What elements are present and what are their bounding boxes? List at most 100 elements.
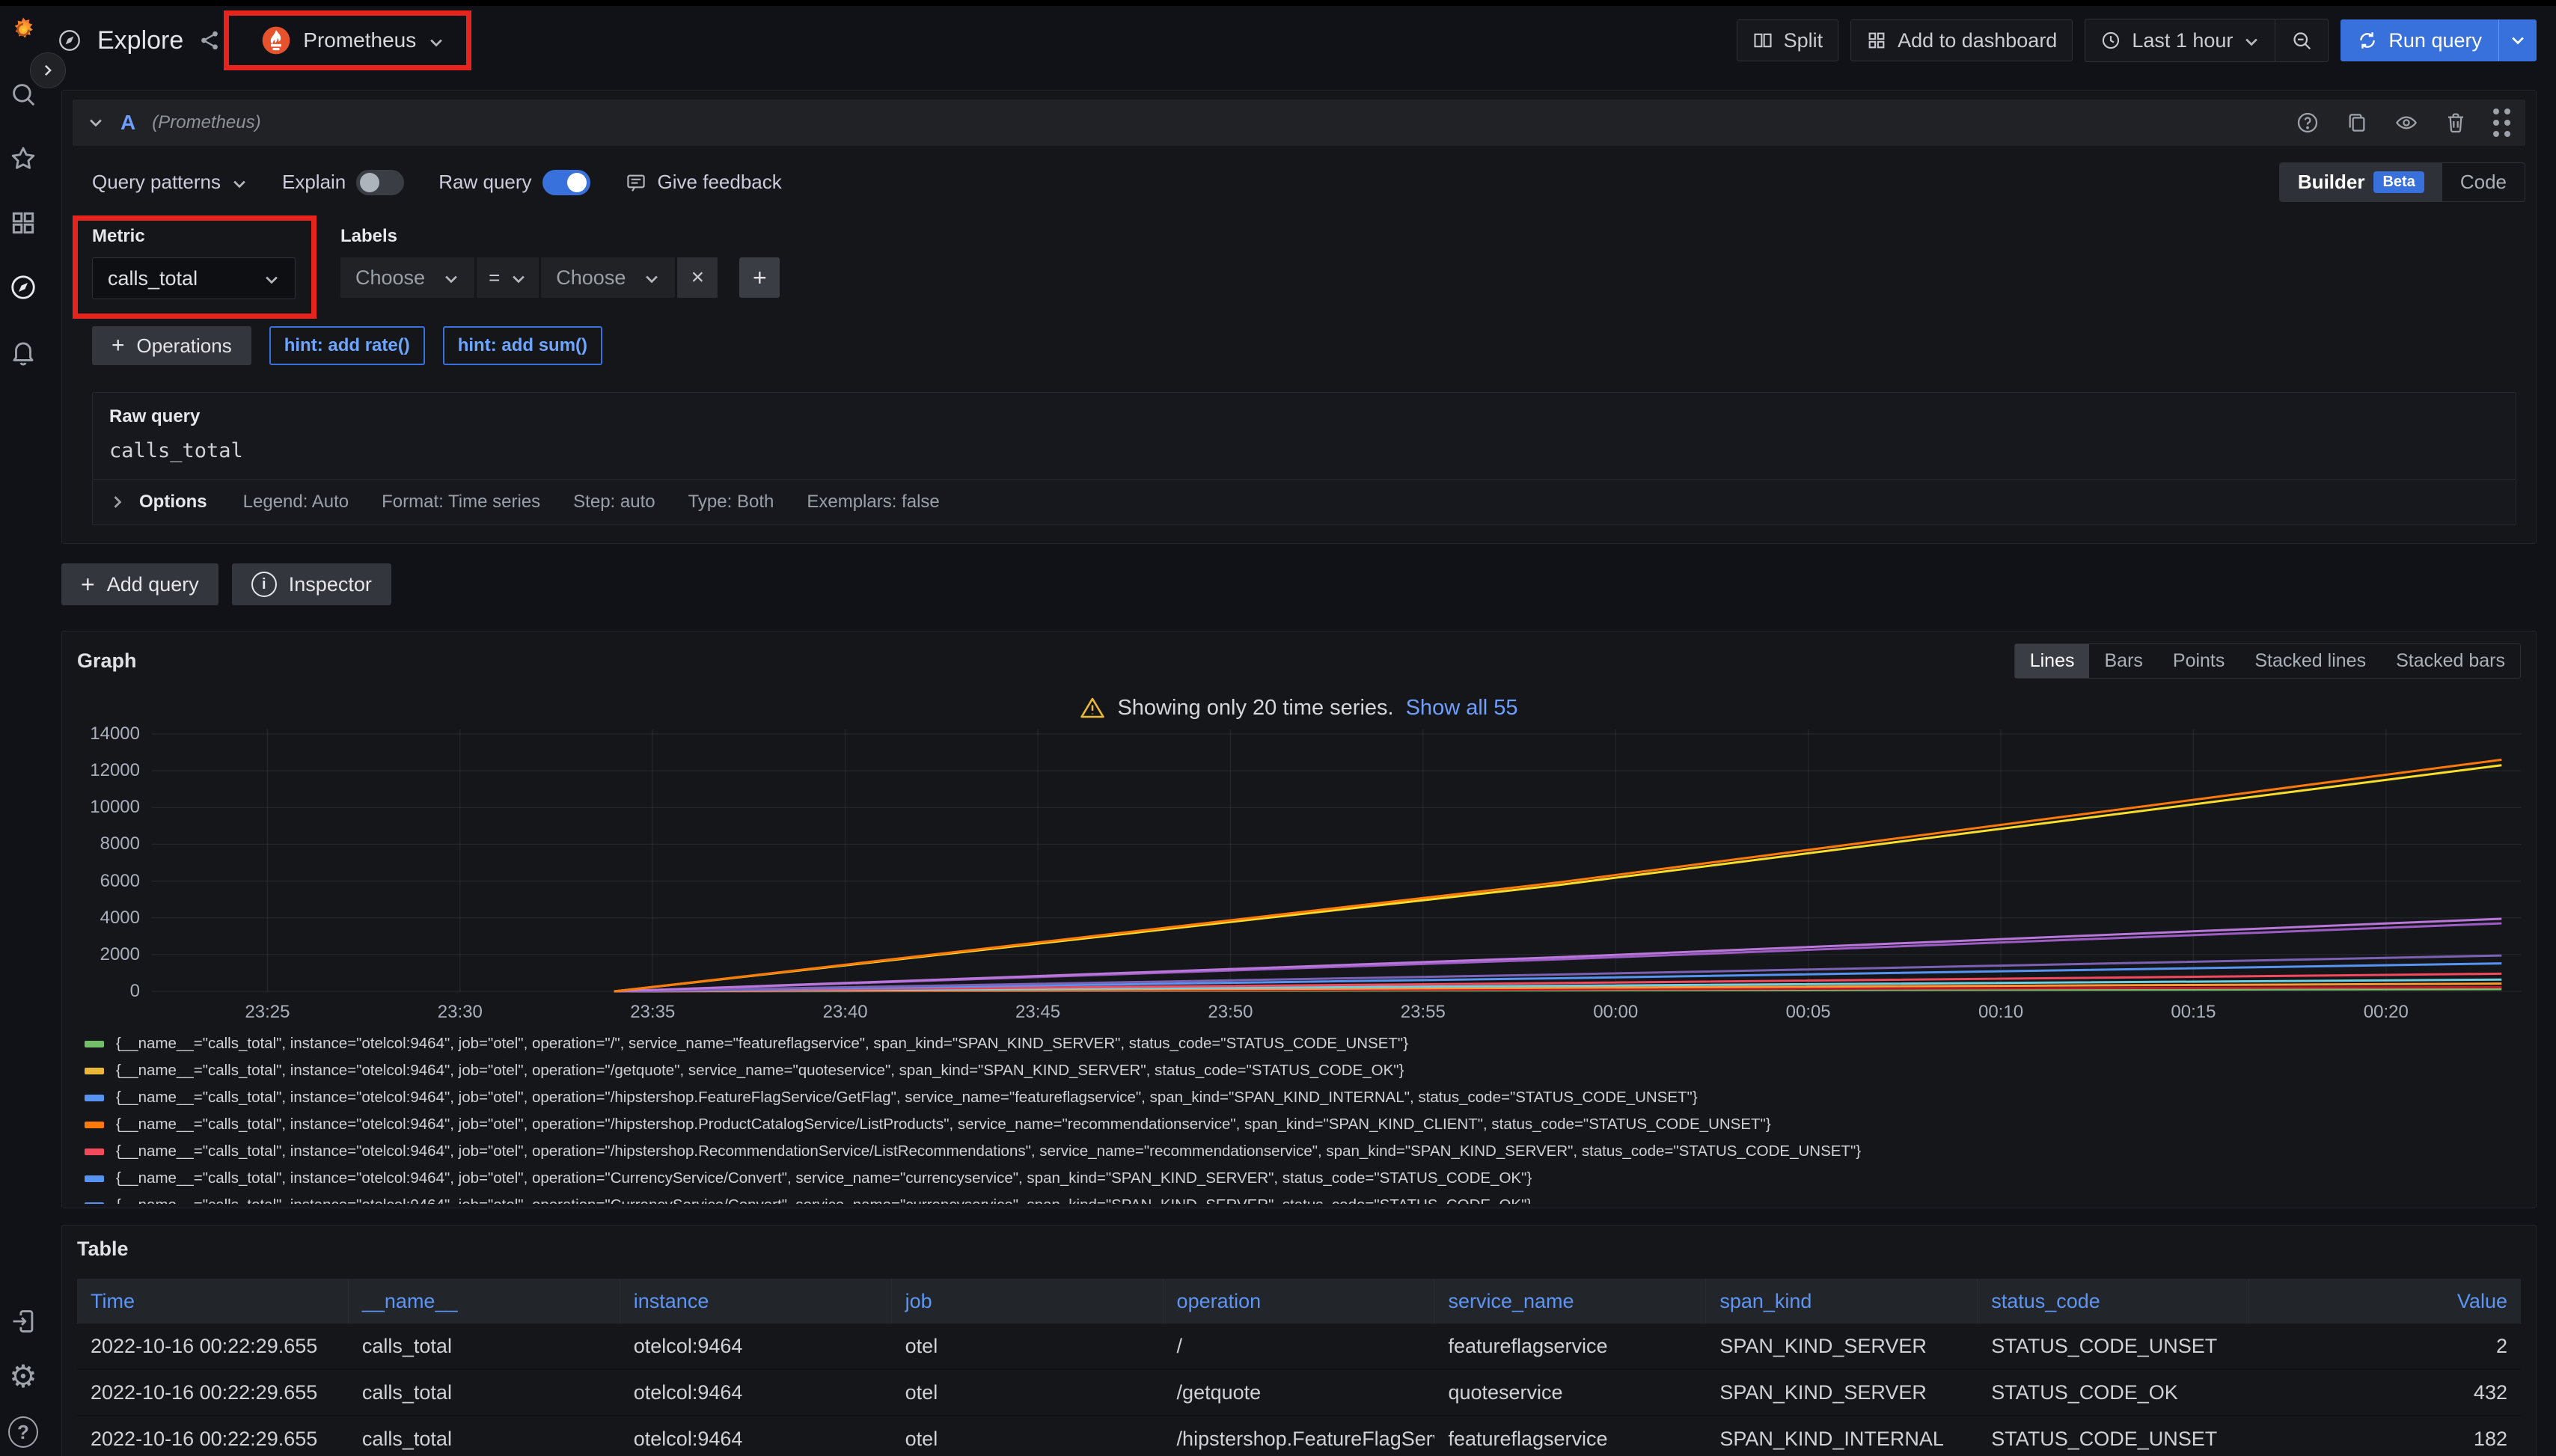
search-icon[interactable] xyxy=(8,79,38,109)
graph-mode-stacked-bars[interactable]: Stacked bars xyxy=(2381,644,2520,678)
legend-item[interactable]: {__name__="calls_total", instance="otelc… xyxy=(85,1138,2521,1165)
label-operator-select[interactable]: = xyxy=(477,257,539,298)
dashboards-icon[interactable] xyxy=(8,208,38,238)
legend-item[interactable]: {__name__="calls_total", instance="otelc… xyxy=(85,1111,2521,1138)
raw-query-label: Raw query xyxy=(109,406,2499,427)
graph-mode-points[interactable]: Points xyxy=(2158,644,2239,678)
x-tick-label: 00:10 xyxy=(1963,1002,2038,1023)
table-cell: calls_total xyxy=(349,1324,620,1370)
sidebar: ⚙ ? xyxy=(0,6,46,1456)
legend-item[interactable]: {__name__="calls_total", instance="otelc… xyxy=(85,1084,2521,1111)
x-tick-label: 00:05 xyxy=(1771,1002,1846,1023)
chevron-right-icon xyxy=(109,494,126,510)
label-key-select[interactable]: Choose xyxy=(340,257,474,298)
help-icon[interactable] xyxy=(2296,111,2320,135)
alerting-bell-icon[interactable] xyxy=(8,337,38,367)
legend-item[interactable]: {__name__="calls_total", instance="otelc… xyxy=(85,1165,2521,1192)
query-editor-panel: A (Prometheus) Query patterns Explain xyxy=(61,90,2537,544)
run-query-button[interactable]: Run query xyxy=(2341,19,2537,61)
share-icon[interactable] xyxy=(198,29,221,52)
sign-in-icon[interactable] xyxy=(8,1306,38,1336)
chevron-down-icon xyxy=(510,269,527,286)
add-label-filter-button[interactable]: + xyxy=(739,257,780,298)
x-tick-label: 23:30 xyxy=(423,1002,498,1023)
code-tab[interactable]: Code xyxy=(2442,163,2525,201)
builder-tab[interactable]: Builder Beta xyxy=(2280,163,2442,201)
table-cell: 2022-10-16 00:22:29.655 xyxy=(77,1370,349,1416)
x-tick-label: 23:25 xyxy=(230,1002,305,1023)
graph-legend: {__name__="calls_total", instance="otelc… xyxy=(77,1030,2521,1204)
hint-button[interactable]: hint: add sum() xyxy=(443,326,602,365)
x-tick-label: 23:35 xyxy=(615,1002,690,1023)
explore-compass-icon xyxy=(57,28,82,53)
query-row-header[interactable]: A (Prometheus) xyxy=(73,100,2525,146)
table-cell: otelcol:9464 xyxy=(620,1324,892,1370)
table-cell: otel xyxy=(892,1324,1164,1370)
inspector-button[interactable]: i Inspector xyxy=(232,563,391,605)
legend-item[interactable]: {__name__="calls_total", instance="otelc… xyxy=(85,1057,2521,1084)
grafana-logo-icon[interactable] xyxy=(8,15,38,45)
metric-field: Metric calls_total xyxy=(92,226,296,299)
trash-icon[interactable] xyxy=(2444,111,2468,135)
table-column-header[interactable]: __name__ xyxy=(349,1279,620,1324)
raw-query-box: Raw query calls_total xyxy=(92,392,2516,480)
y-tick-label: 14000 xyxy=(90,724,140,744)
settings-gear-icon[interactable]: ⚙ xyxy=(8,1362,38,1392)
run-query-dropdown[interactable] xyxy=(2498,19,2537,61)
give-feedback-button[interactable]: Give feedback xyxy=(625,171,782,194)
raw-query-toggle[interactable]: Raw query xyxy=(438,170,590,195)
drag-handle-icon[interactable] xyxy=(2493,108,2510,137)
time-range-button[interactable]: Last 1 hour xyxy=(2085,19,2275,61)
legend-swatch-icon xyxy=(85,1122,104,1128)
metric-select[interactable]: calls_total xyxy=(92,257,296,299)
show-all-link[interactable]: Show all 55 xyxy=(1406,696,1518,721)
chart-area: 02000400060008000100001200014000 xyxy=(77,728,2521,997)
query-toolbar: Query patterns Explain Raw query Give fe… xyxy=(92,162,2525,202)
table-column-header[interactable]: Value xyxy=(2249,1279,2521,1324)
legend-item-partial[interactable]: {__name__="calls_total", instance="otelc… xyxy=(85,1192,2521,1204)
add-query-button[interactable]: + Add query xyxy=(61,563,218,605)
x-tick-label: 23:55 xyxy=(1386,1002,1461,1023)
sidebar-expand-button[interactable] xyxy=(30,52,66,88)
y-tick-label: 8000 xyxy=(100,833,140,854)
hint-button[interactable]: hint: add rate() xyxy=(269,326,425,365)
explore-compass-icon[interactable] xyxy=(8,272,38,302)
add-to-dashboard-button[interactable]: Add to dashboard xyxy=(1850,19,2073,61)
datasource-picker[interactable]: Prometheus xyxy=(246,19,459,61)
explore-actions-row: + Add query i Inspector xyxy=(61,563,2537,605)
chevron-down-icon xyxy=(643,269,660,286)
prometheus-logo-icon xyxy=(261,25,291,55)
graph-mode-stacked-lines[interactable]: Stacked lines xyxy=(2239,644,2381,678)
table-column-header[interactable]: instance xyxy=(620,1279,892,1324)
query-patterns-dropdown[interactable]: Query patterns xyxy=(92,171,248,194)
help-icon[interactable]: ? xyxy=(8,1417,38,1447)
table-column-header[interactable]: status_code xyxy=(1978,1279,2249,1324)
operations-button[interactable]: + Operations xyxy=(92,326,251,365)
table-column-header[interactable]: service_name xyxy=(1434,1279,1706,1324)
table-column-header[interactable]: Time xyxy=(77,1279,349,1324)
metric-label: Metric xyxy=(92,226,296,247)
option-summary-item: Format: Time series xyxy=(382,492,540,513)
graph-mode-bars[interactable]: Bars xyxy=(2089,644,2157,678)
table-column-header[interactable]: job xyxy=(892,1279,1164,1324)
split-button[interactable]: Split xyxy=(1737,19,1839,61)
options-row[interactable]: Options Legend: AutoFormat: Time seriesS… xyxy=(92,480,2516,525)
remove-label-filter-button[interactable]: × xyxy=(677,257,718,298)
label-value-select[interactable]: Choose xyxy=(541,257,675,298)
legend-item[interactable]: {__name__="calls_total", instance="otelc… xyxy=(85,1030,2521,1057)
table-cell: featureflagservice xyxy=(1434,1416,1706,1456)
table-cell: calls_total xyxy=(349,1416,620,1456)
explain-toggle[interactable]: Explain xyxy=(282,170,404,195)
plot-area[interactable] xyxy=(152,728,2521,997)
eye-icon[interactable] xyxy=(2394,111,2418,135)
star-icon[interactable] xyxy=(8,144,38,174)
query-editor-body: Query patterns Explain Raw query Give fe… xyxy=(73,146,2525,525)
zoom-out-button[interactable] xyxy=(2275,19,2328,61)
table-column-header[interactable]: span_kind xyxy=(1706,1279,1978,1324)
duplicate-icon[interactable] xyxy=(2345,111,2369,135)
graph-panel: Graph LinesBarsPointsStacked linesStacke… xyxy=(61,631,2537,1208)
beta-badge: Beta xyxy=(2373,171,2424,193)
graph-mode-lines[interactable]: Lines xyxy=(2015,644,2090,678)
graph-warning: Showing only 20 time series. Show all 55 xyxy=(77,695,2521,721)
table-column-header[interactable]: operation xyxy=(1164,1279,1435,1324)
